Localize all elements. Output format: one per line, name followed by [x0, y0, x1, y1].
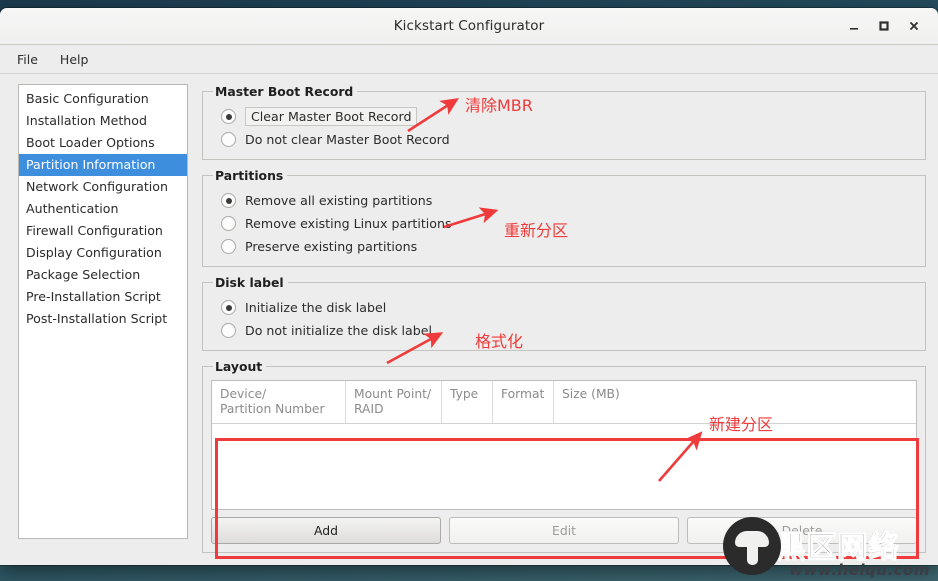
partition-information-panel: Master Boot Record Clear Master Boot Rec… [202, 84, 926, 553]
menu-item-help[interactable]: Help [51, 49, 98, 70]
title-bar: Kickstart Configurator [0, 8, 938, 45]
sidebar-item-post-installation-script[interactable]: Post-Installation Script [19, 308, 187, 330]
main-content: Basic Configuration Installation Method … [0, 74, 938, 565]
table-header-format[interactable]: Format [493, 381, 554, 423]
radio-label: Clear Master Boot Record [245, 107, 418, 126]
radio-label: Initialize the disk label [245, 300, 387, 315]
group-layout: Layout Device/ Partition Number Mount Po… [202, 359, 926, 553]
radio-do-not-initialize-the-disk-label[interactable]: Do not initialize the disk label [211, 319, 917, 342]
radio-remove-existing-linux-partitions[interactable]: Remove existing Linux partitions [211, 212, 917, 235]
group-partitions: Partitions Remove all existing partition… [202, 168, 926, 267]
radio-indicator [221, 239, 236, 254]
menu-item-file[interactable]: File [8, 49, 47, 70]
radio-initialize-the-disk-label[interactable]: Initialize the disk label [211, 296, 917, 319]
radio-label: Remove all existing partitions [245, 193, 433, 208]
edit-button: Edit [449, 517, 679, 544]
delete-button: Delete [687, 517, 917, 544]
table-header-mount-point-raid[interactable]: Mount Point/ RAID [346, 381, 442, 423]
window-title: Kickstart Configurator [393, 18, 545, 34]
radio-preserve-existing-partitions[interactable]: Preserve existing partitions [211, 235, 917, 258]
close-icon[interactable] [900, 13, 928, 39]
sidebar-item-partition-information[interactable]: Partition Information [19, 154, 187, 176]
sidebar-item-authentication[interactable]: Authentication [19, 198, 187, 220]
radio-indicator [221, 300, 236, 315]
sidebar-item-package-selection[interactable]: Package Selection [19, 264, 187, 286]
radio-do-not-clear-master-boot-record[interactable]: Do not clear Master Boot Record [211, 128, 917, 151]
layout-button-row: Add Edit Delete [211, 517, 917, 544]
radio-label: Remove existing Linux partitions [245, 216, 452, 231]
add-button[interactable]: Add [211, 517, 441, 544]
table-header-row: Device/ Partition Number Mount Point/ RA… [212, 381, 916, 424]
table-header-device-partition-number[interactable]: Device/ Partition Number [212, 381, 346, 423]
sidebar-item-installation-method[interactable]: Installation Method [19, 110, 187, 132]
group-disk-label: Disk label Initialize the disk label Do … [202, 275, 926, 351]
group-legend-master-boot-record: Master Boot Record [215, 84, 354, 99]
radio-clear-master-boot-record[interactable]: Clear Master Boot Record [211, 105, 917, 128]
partition-layout-table[interactable]: Device/ Partition Number Mount Point/ RA… [211, 380, 917, 510]
sidebar-item-firewall-configuration[interactable]: Firewall Configuration [19, 220, 187, 242]
table-body [212, 424, 916, 509]
radio-label: Preserve existing partitions [245, 239, 418, 254]
radio-label: Do not initialize the disk label [245, 323, 433, 338]
sidebar-item-network-configuration[interactable]: Network Configuration [19, 176, 187, 198]
radio-indicator [221, 323, 236, 338]
group-legend-partitions: Partitions [215, 168, 284, 183]
radio-indicator [221, 132, 236, 147]
sidebar-item-pre-installation-script[interactable]: Pre-Installation Script [19, 286, 187, 308]
table-header-size-mb[interactable]: Size (MB) [554, 381, 916, 423]
radio-remove-all-existing-partitions[interactable]: Remove all existing partitions [211, 189, 917, 212]
sidebar-item-display-configuration[interactable]: Display Configuration [19, 242, 187, 264]
window-controls [840, 13, 938, 39]
sidebar-item-boot-loader-options[interactable]: Boot Loader Options [19, 132, 187, 154]
menu-bar: File Help [0, 45, 938, 74]
maximize-icon[interactable] [870, 13, 898, 39]
group-legend-layout: Layout [215, 359, 263, 374]
minimize-icon[interactable] [840, 13, 868, 39]
group-legend-disk-label: Disk label [215, 275, 284, 290]
radio-indicator [221, 109, 236, 124]
radio-indicator [221, 216, 236, 231]
group-master-boot-record: Master Boot Record Clear Master Boot Rec… [202, 84, 926, 160]
table-header-type[interactable]: Type [442, 381, 493, 423]
sidebar-item-basic-configuration[interactable]: Basic Configuration [19, 88, 187, 110]
radio-indicator [221, 193, 236, 208]
application-window: Kickstart Configurator File Help Basic C… [0, 8, 938, 565]
radio-label: Do not clear Master Boot Record [245, 132, 450, 147]
navigation-sidebar: Basic Configuration Installation Method … [18, 84, 188, 539]
